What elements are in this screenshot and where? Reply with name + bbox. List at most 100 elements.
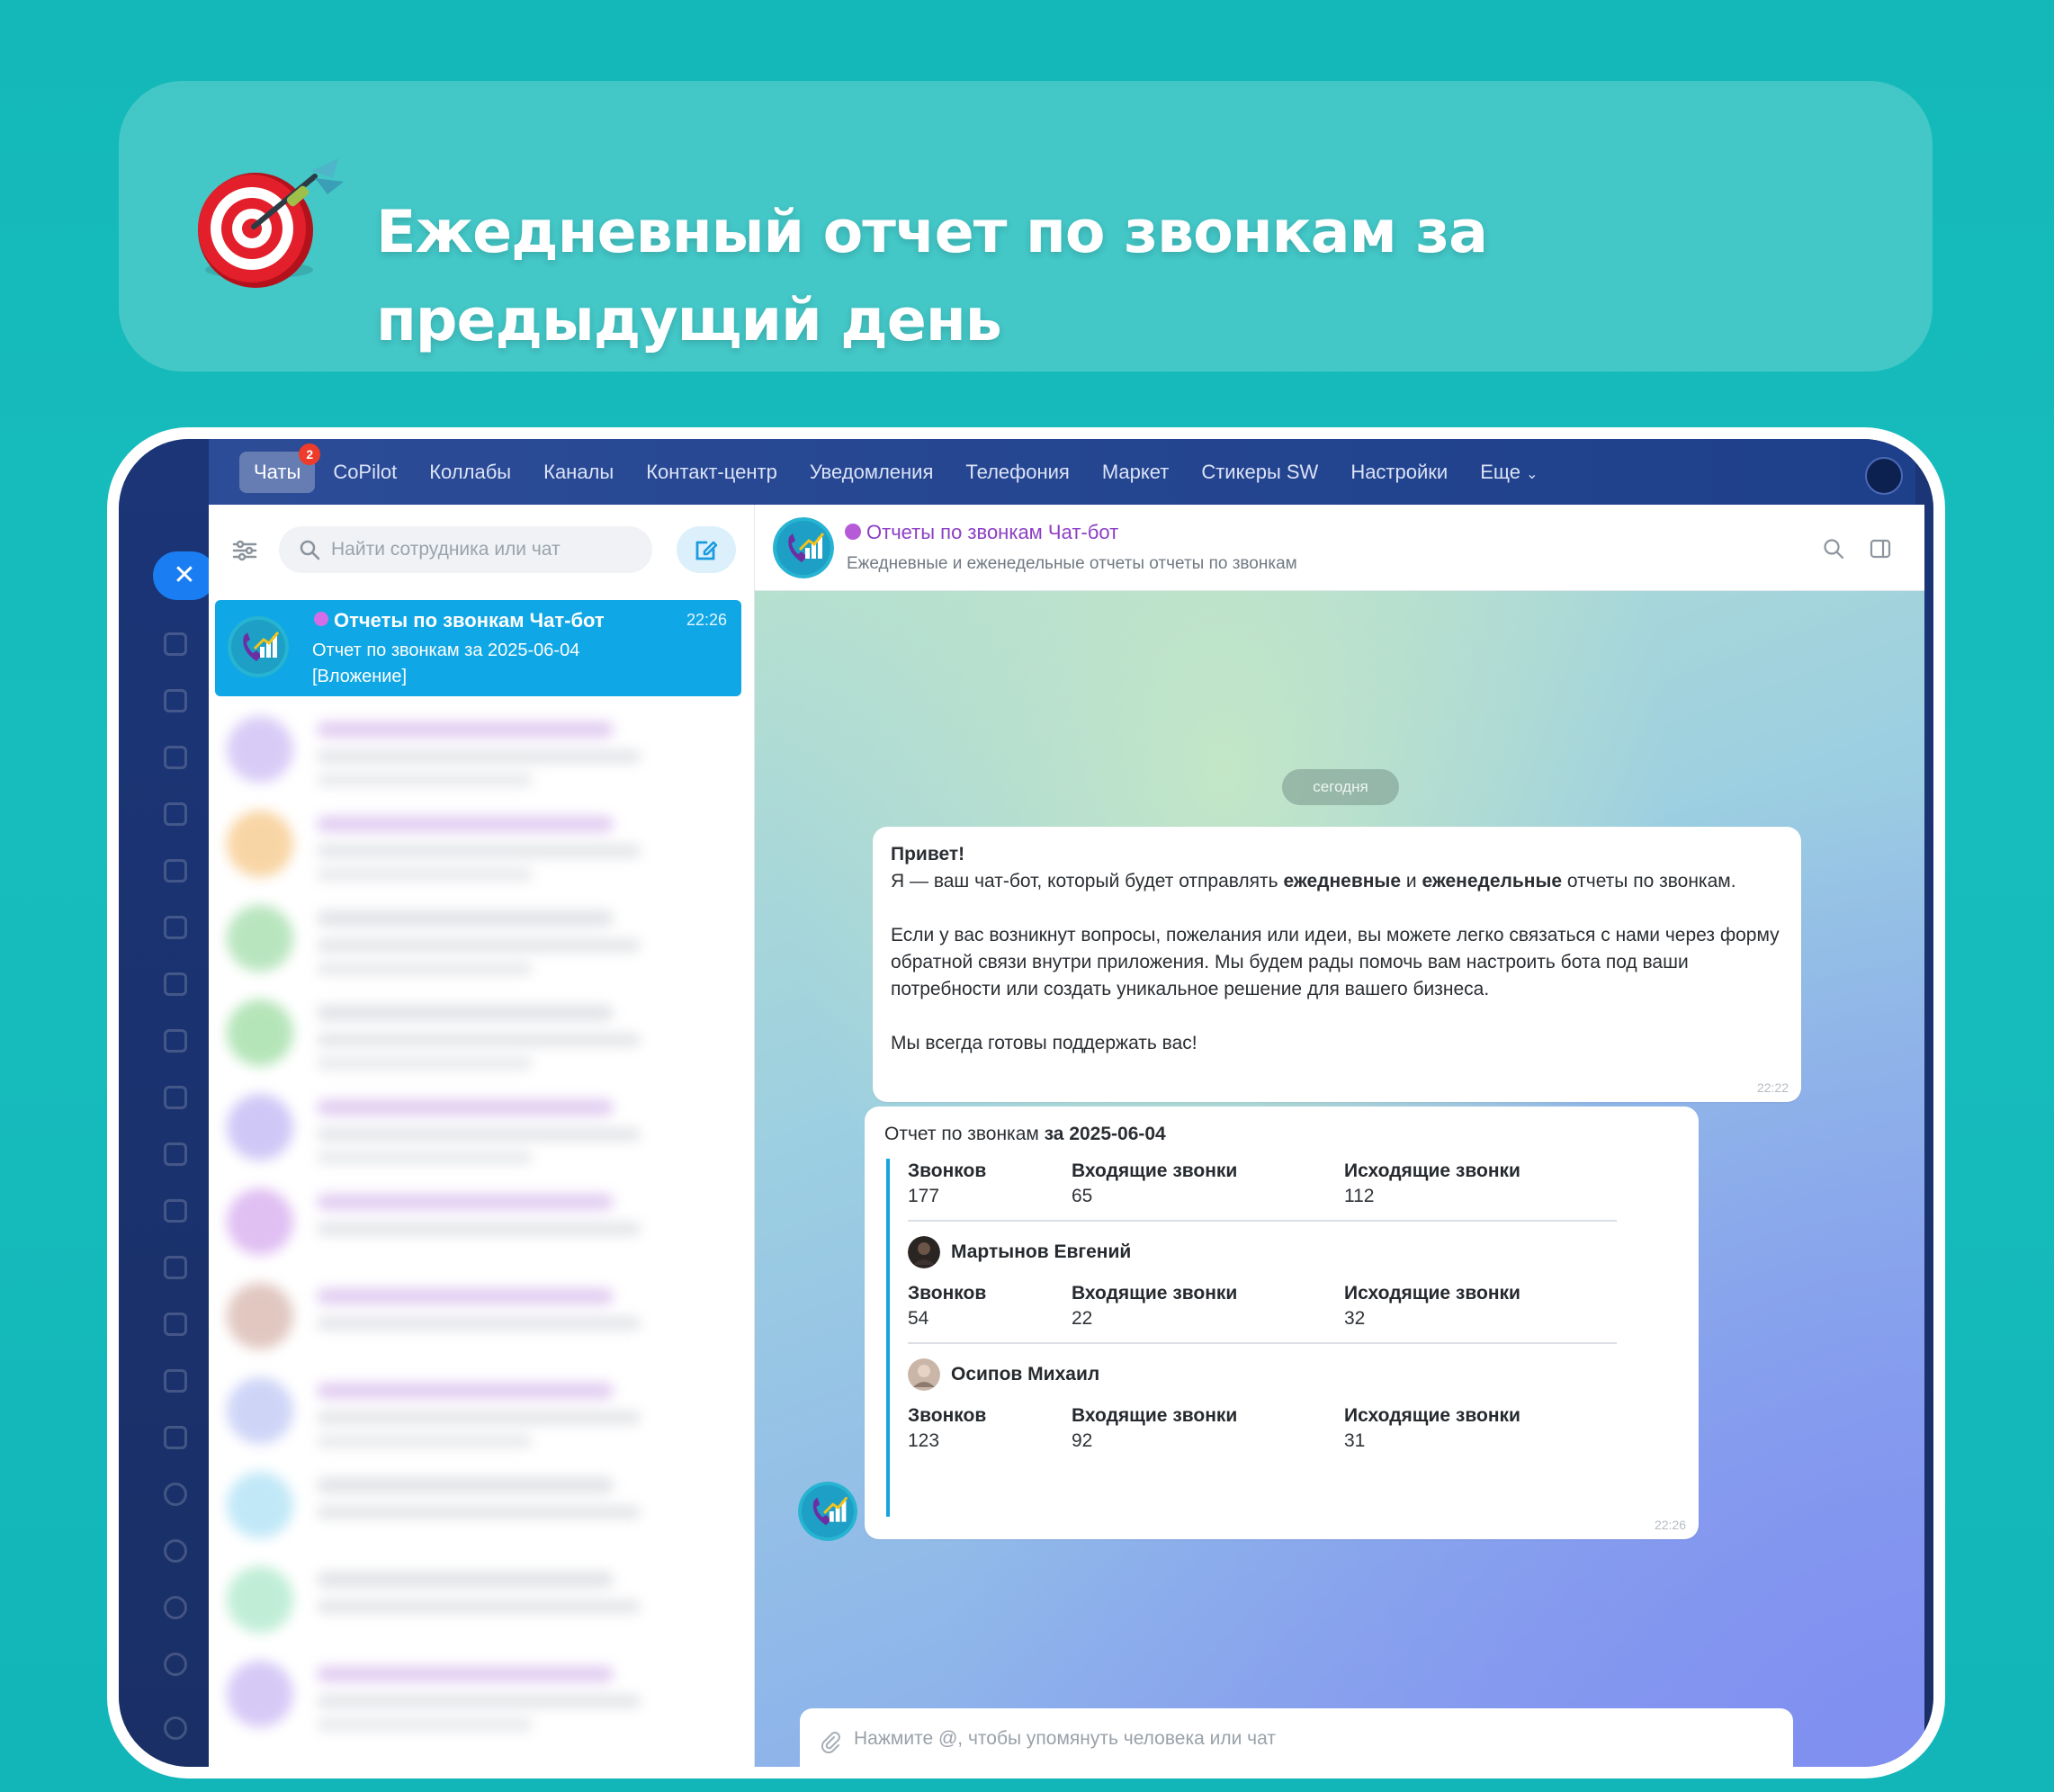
employee-header: Мартынов Евгений — [908, 1234, 1624, 1270]
document-icon — [164, 689, 187, 712]
bot-avatar — [228, 616, 289, 677]
checkbox-icon — [164, 746, 187, 769]
chevron-down-icon: ⌄ — [1526, 466, 1538, 482]
list-item[interactable] — [227, 1179, 740, 1269]
search-icon — [300, 540, 320, 560]
unread-badge: 2 — [299, 443, 321, 465]
chat-title[interactable]: Отчеты по звонкам Чат-бот — [845, 521, 1118, 544]
list-item[interactable] — [227, 1463, 740, 1553]
employee-name: Осипов Михаил — [951, 1364, 1100, 1384]
chat-list: Найти сотрудника или чат Отчеты по звонк… — [209, 505, 755, 1767]
chart-icon — [164, 1142, 187, 1166]
tab-stickers[interactable]: Стикеры SW — [1187, 452, 1332, 493]
list-item[interactable] — [227, 1085, 740, 1175]
tab-more[interactable]: Еще ⌄ — [1466, 452, 1552, 493]
divider — [908, 1342, 1617, 1344]
tab-market[interactable]: Маркет — [1088, 452, 1184, 493]
stat-label: Входящие звонки — [1072, 1405, 1238, 1426]
bot-avatar[interactable] — [798, 1482, 857, 1541]
preview-line: Отчет по звонкам за 2025-06-04 — [312, 641, 580, 660]
stat-label: Исходящие звонки — [1344, 1283, 1520, 1304]
cart-icon — [164, 1086, 187, 1109]
stat-label: Звонков — [908, 1283, 987, 1304]
total-stats: Звонков 177 Входящие звонки 65 Исходящие з… — [908, 1159, 1624, 1213]
text-part: и — [1401, 871, 1422, 892]
chat-area: Отчеты по звонкам Чат-бот Ежедневные и е… — [755, 505, 1924, 1767]
user-avatar[interactable] — [1865, 457, 1903, 495]
avatar — [908, 1358, 940, 1391]
employee-stats: Звонков 54 Входящие звонки 22 Исходящие зв… — [908, 1281, 1624, 1335]
tab-notifications[interactable]: Уведомления — [795, 452, 948, 493]
top-navigation: Чаты 2 CoPilot Коллабы Каналы Контакт-це… — [209, 439, 1915, 505]
preview-line: [Вложение] — [312, 667, 408, 686]
list-item[interactable] — [227, 1652, 740, 1742]
robot-icon — [164, 1256, 187, 1279]
list-item[interactable] — [227, 1557, 740, 1647]
list-item[interactable] — [227, 896, 740, 986]
text-part: Отчет по звонкам — [884, 1124, 1045, 1144]
stat-calls: Звонков 123 — [908, 1403, 986, 1454]
tab-label: Еще — [1480, 460, 1520, 483]
chat-header: Отчеты по звонкам Чат-бот Ежедневные и е… — [755, 505, 1924, 591]
greeting: Привет! — [891, 841, 1783, 868]
date-divider: сегодня — [1282, 769, 1399, 805]
search-input[interactable]: Найти сотрудника или чат — [279, 526, 652, 573]
stat-label: Исходящие звонки — [1344, 1160, 1520, 1181]
message-input[interactable]: Нажмите @, чтобы упомянуть человека или … — [800, 1708, 1793, 1767]
stat-label: Исходящие звонки — [1344, 1405, 1520, 1426]
bot-avatar[interactable] — [773, 517, 834, 578]
close-panel-button[interactable]: ✕ — [153, 551, 216, 600]
list-item[interactable] — [227, 802, 740, 892]
text-bold: еженедельные — [1422, 871, 1563, 892]
dart-target-icon — [198, 158, 344, 288]
stat-label: Входящие звонки — [1072, 1283, 1238, 1304]
message-time: 22:22 — [1756, 1080, 1789, 1095]
list-item[interactable] — [227, 1368, 740, 1458]
bot-icon — [845, 524, 861, 540]
chat-item-preview: Отчет по звонкам за 2025-06-04 [Вложение… — [312, 638, 579, 690]
briefcase-icon — [164, 972, 187, 996]
app-screen: ✕ Чаты 2 CoPilot Коллабы Каналы Контакт-… — [119, 439, 1933, 1767]
sidebar-toggle-icon[interactable] — [1869, 537, 1892, 560]
list-item[interactable] — [227, 990, 740, 1080]
tab-telephony[interactable]: Телефония — [951, 452, 1083, 493]
tab-chats[interactable]: Чаты 2 — [239, 443, 321, 493]
chat-item-time: 22:26 — [686, 611, 727, 629]
badge-icon — [164, 1539, 187, 1563]
employee-header: Осипов Михаил — [908, 1357, 1624, 1393]
chat-panel: Найти сотрудника или чат Отчеты по звонк… — [209, 505, 1924, 1767]
stat-label: Звонков — [908, 1405, 987, 1426]
tab-settings[interactable]: Настройки — [1336, 452, 1462, 493]
tab-contact-center[interactable]: Контакт-центр — [632, 452, 792, 493]
stat-outgoing: Исходящие звонки 32 — [1344, 1281, 1520, 1331]
report-title: Отчет по звонкам за 2025-06-04 — [884, 1121, 1679, 1148]
code-icon — [164, 1426, 187, 1449]
new-chat-button[interactable] — [677, 526, 736, 573]
tab-collabs[interactable]: Коллабы — [415, 452, 525, 493]
tab-channels[interactable]: Каналы — [529, 452, 628, 493]
list-item[interactable] — [227, 707, 740, 797]
stat-value: 112 — [1344, 1186, 1375, 1206]
logo-icon — [164, 1369, 187, 1393]
stat-value: 123 — [908, 1430, 940, 1451]
presentation-icon — [164, 916, 187, 939]
chat-title-text: Отчеты по звонкам Чат-бот — [866, 521, 1119, 543]
stat-outgoing: Исходящие звонки 112 — [1344, 1159, 1520, 1209]
stat-incoming: Входящие звонки 65 — [1072, 1159, 1237, 1209]
stat-label: Звонков — [908, 1160, 987, 1181]
gear-icon — [164, 1716, 187, 1740]
chat-item-title: Отчеты по звонкам Чат-бот — [314, 609, 605, 632]
filter-settings-icon[interactable] — [232, 539, 257, 562]
chat-item-call-reports[interactable]: Отчеты по звонкам Чат-бот 22:26 Отчет по… — [215, 600, 741, 696]
greeting-text: Привет! — [891, 844, 965, 865]
stat-calls: Звонков 54 — [908, 1281, 986, 1331]
stat-outgoing: Исходящие звонки 31 — [1344, 1403, 1520, 1454]
search-row: Найти сотрудника или чат — [209, 505, 754, 591]
tab-copilot[interactable]: CoPilot — [318, 452, 411, 493]
stat-value: 65 — [1072, 1186, 1093, 1206]
search-placeholder: Найти сотрудника или чат — [331, 539, 561, 560]
search-icon[interactable] — [1822, 537, 1845, 560]
attachment-icon[interactable] — [818, 1730, 841, 1753]
target-icon — [164, 1029, 187, 1053]
list-item[interactable] — [227, 1274, 740, 1364]
